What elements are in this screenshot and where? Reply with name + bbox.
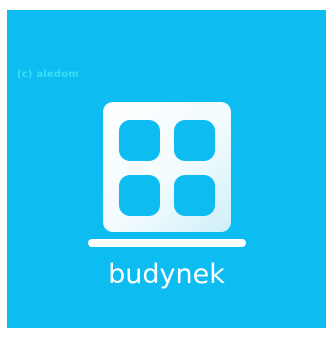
copyright-watermark: (c) aledom: [17, 69, 79, 80]
logo-panel: (c) aledom budynek: [7, 10, 326, 328]
brand-name: budynek: [108, 259, 225, 290]
page-canvas: (c) aledom budynek: [0, 0, 335, 338]
building-window-grid-icon: [88, 102, 246, 247]
